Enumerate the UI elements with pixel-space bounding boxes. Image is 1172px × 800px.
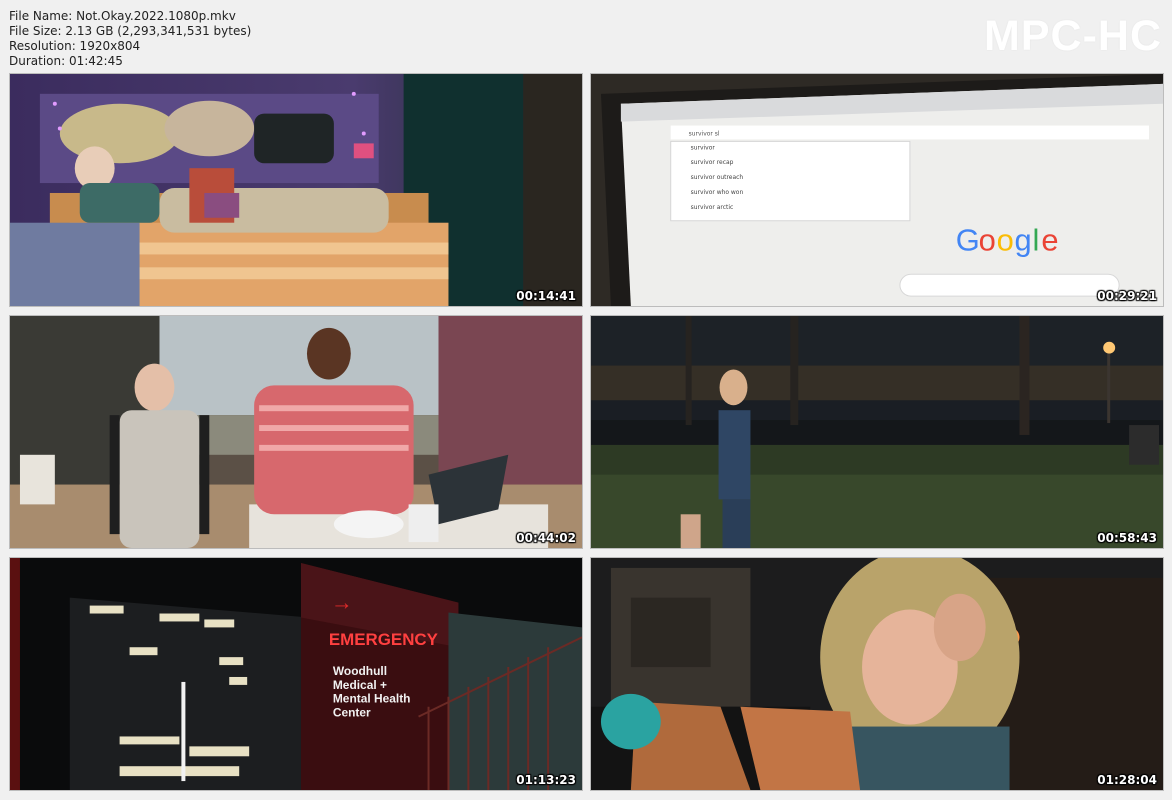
thumbnail-5[interactable]: → EMERGENCY Woodhull Medical + Mental He… bbox=[9, 557, 583, 791]
suggestion-1: survivor bbox=[691, 144, 716, 151]
google-letter: g bbox=[1015, 223, 1032, 258]
timestamp-label: 00:44:02 bbox=[516, 531, 576, 545]
suggestion-5: survivor arctic bbox=[691, 204, 734, 211]
hospital-sign-line-2: Medical + bbox=[333, 678, 387, 692]
svg-text:→: → bbox=[331, 590, 353, 615]
thumbnail-1-scene bbox=[10, 74, 582, 306]
suggestion-4: survivor who won bbox=[691, 189, 744, 196]
file-info-panel: File Name: Not.Okay.2022.1080p.mkv File … bbox=[9, 9, 251, 69]
hospital-sign-line-1: Woodhull bbox=[333, 664, 387, 678]
thumbnail-1[interactable]: 00:14:41 bbox=[9, 73, 583, 307]
thumbnail-6-scene bbox=[591, 558, 1163, 790]
timestamp-label: 00:29:21 bbox=[1097, 289, 1157, 303]
file-name-text: File Name: Not.Okay.2022.1080p.mkv bbox=[9, 9, 236, 23]
timestamp-label: 00:14:41 bbox=[516, 289, 576, 303]
emergency-sign-text: EMERGENCY bbox=[329, 630, 438, 649]
resolution-text: Resolution: 1920x804 bbox=[9, 39, 141, 53]
timestamp-label: 00:58:43 bbox=[1097, 531, 1157, 545]
thumbnail-4[interactable]: 00:58:43 bbox=[590, 315, 1164, 549]
suggestion-3: survivor outreach bbox=[691, 174, 744, 181]
app-logo: MPC-HC bbox=[984, 12, 1162, 60]
google-logo: G o o g l e bbox=[956, 223, 1059, 258]
google-letter: l bbox=[1032, 223, 1039, 258]
thumbnail-3[interactable]: 00:44:02 bbox=[9, 315, 583, 549]
hospital-sign-line-3: Mental Health bbox=[333, 692, 411, 706]
google-letter: e bbox=[1041, 223, 1058, 258]
timestamp-label: 01:13:23 bbox=[516, 773, 576, 787]
google-letter: G bbox=[956, 223, 980, 258]
search-query-text: survivor sl bbox=[689, 130, 720, 137]
duration-text: Duration: 01:42:45 bbox=[9, 54, 123, 68]
google-letter: o bbox=[997, 223, 1014, 258]
timestamp-label: 01:28:04 bbox=[1097, 773, 1157, 787]
google-letter: o bbox=[979, 223, 996, 258]
thumbnail-5-scene: → EMERGENCY Woodhull Medical + Mental He… bbox=[10, 558, 582, 790]
thumbnail-2[interactable]: survivor sl survivor survivor recap surv… bbox=[590, 73, 1164, 307]
file-size-text: File Size: 2.13 GB (2,293,341,531 bytes) bbox=[9, 24, 252, 38]
thumbnail-3-scene bbox=[10, 316, 582, 548]
thumbnail-2-scene: survivor sl survivor survivor recap surv… bbox=[591, 74, 1163, 306]
suggestion-2: survivor recap bbox=[691, 159, 734, 166]
thumbnail-6[interactable]: 01:28:04 bbox=[590, 557, 1164, 791]
thumbnail-4-scene bbox=[591, 316, 1163, 548]
hospital-sign-line-4: Center bbox=[333, 706, 371, 720]
